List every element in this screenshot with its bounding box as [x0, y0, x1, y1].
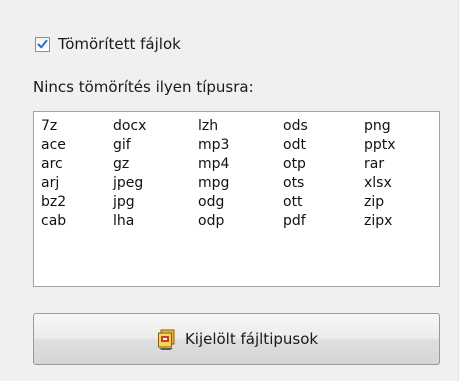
extension-item: 7z — [41, 118, 58, 134]
no-compression-label: Nincs tömörítés ilyen típusra: — [33, 78, 254, 96]
extension-item: docx — [113, 118, 147, 134]
extension-item: mp3 — [198, 137, 230, 153]
extensions-column-4: ods odt otp ots ott pdf — [283, 117, 308, 231]
extension-item: odg — [198, 194, 225, 210]
selected-file-types-label: Kijelölt fájltipusok — [184, 330, 319, 348]
extension-item: jpg — [113, 194, 135, 210]
extension-item: otp — [283, 156, 306, 172]
compression-settings-panel: Tömörített fájlok Nincs tömörítés ilyen … — [0, 0, 459, 381]
file-types-icon — [157, 329, 175, 350]
compressed-files-checkbox[interactable] — [35, 36, 50, 52]
extension-item: cab — [41, 213, 67, 229]
selected-file-types-button[interactable]: Kijelölt fájltipusok — [33, 313, 440, 365]
extension-item: zipx — [364, 213, 393, 229]
extension-item: ace — [41, 137, 66, 153]
extension-item: pptx — [364, 137, 396, 153]
extension-item: gif — [113, 137, 131, 153]
extension-item: odt — [283, 137, 306, 153]
extension-item: lzh — [198, 118, 219, 134]
extension-item: rar — [364, 156, 385, 172]
extension-item: xlsx — [364, 175, 392, 191]
compressed-files-option[interactable]: Tömörített fájlok — [35, 33, 181, 55]
extension-item: zip — [364, 194, 385, 210]
extensions-column-1: 7z ace arc arj bz2 cab — [41, 117, 66, 231]
extension-item: ott — [283, 194, 303, 210]
checkmark-icon — [37, 39, 48, 48]
extension-item: lha — [113, 213, 135, 229]
extensions-list[interactable]: 7z ace arc arj bz2 cab docx gif gz jpeg … — [33, 111, 440, 287]
extension-item: pdf — [283, 213, 306, 229]
extension-item: mp4 — [198, 156, 230, 172]
extensions-column-2: docx gif gz jpeg jpg lha — [113, 117, 146, 231]
extension-item: bz2 — [41, 194, 67, 210]
extension-item: gz — [113, 156, 130, 172]
extension-item: jpeg — [113, 175, 144, 191]
extension-item: png — [364, 118, 391, 134]
extension-item: mpg — [198, 175, 230, 191]
extension-item: ods — [283, 118, 308, 134]
extension-item: arc — [41, 156, 63, 172]
extensions-column-3: lzh mp3 mp4 mpg odg odp — [198, 117, 229, 231]
extensions-column-5: png pptx rar xlsx zip zipx — [364, 117, 396, 231]
extension-item: arj — [41, 175, 60, 191]
extension-item: odp — [198, 213, 225, 229]
compressed-files-label[interactable]: Tömörített fájlok — [58, 33, 181, 55]
extension-item: ots — [283, 175, 305, 191]
